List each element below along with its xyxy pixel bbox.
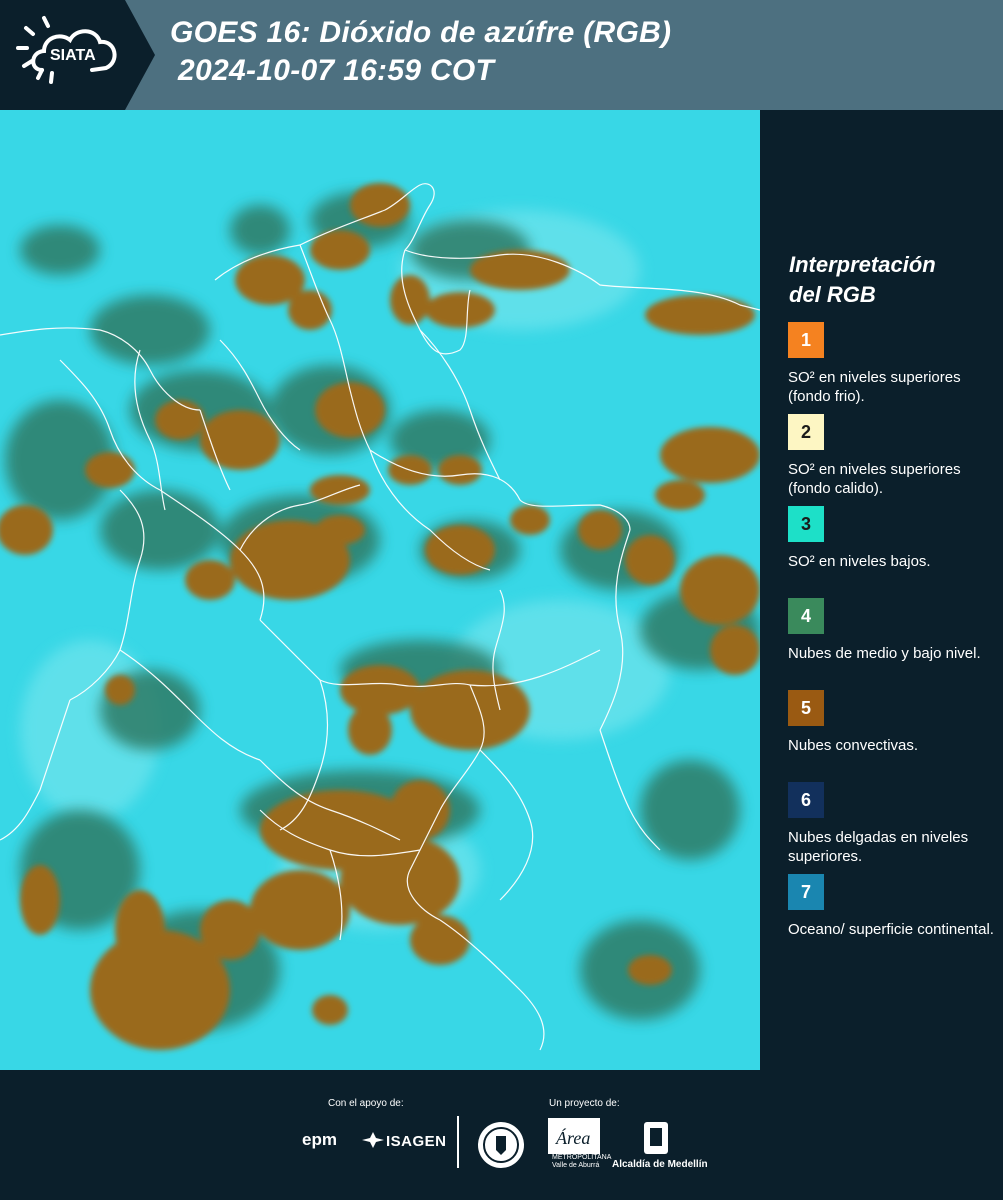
legend-label: SO² en niveles superiores (fondo calido)… [788, 461, 961, 497]
legend-item-2: 2 SO² en niveles superiores (fondo calido… [788, 414, 998, 498]
legend-label: Oceano/ superficie continental. [788, 921, 994, 938]
legend-item-7: 7 Oceano/ superficie continental. [788, 874, 998, 939]
footer-divider [457, 1116, 459, 1168]
legend-label: Nubes delgadas en niveles superiores. [788, 829, 969, 865]
legend-swatch: 2 [788, 414, 824, 450]
legend-swatch: 1 [788, 322, 824, 358]
legend-item-4: 4 Nubes de medio y bajo nivel. [788, 598, 998, 663]
legend-swatch: 6 [788, 782, 824, 818]
page-title: GOES 16: Dióxido de azúfre (RGB) [170, 16, 672, 49]
svg-text:SIATA: SIATA [50, 47, 96, 64]
satellite-map[interactable] [0, 110, 760, 1070]
legend-item-3: 3 SO² en niveles bajos. [788, 506, 998, 571]
epm-logo: epm [302, 1130, 337, 1149]
area-caption: METROPOLITANA Valle de Aburrá [552, 1154, 611, 1170]
area-caption-line1: METROPOLITANA [552, 1154, 612, 1161]
legend-label: Nubes convectivas. [788, 737, 919, 754]
legend-label: Nubes de medio y bajo nivel. [788, 645, 981, 662]
legend-title-line2: del RGB [789, 282, 876, 307]
legend-swatch: 7 [788, 874, 824, 910]
legend-label: SO² en niveles bajos. [788, 553, 931, 570]
legend-item-6: 6 Nubes delgadas en niveles superiores. [788, 782, 998, 866]
footer-bar: Con el apoyo de: epm ISAGEN Un proyecto … [0, 1070, 1003, 1200]
support-label: Con el apoyo de: [328, 1098, 404, 1109]
timestamp: 2024-10-07 16:59 COT [178, 54, 495, 87]
legend-swatch: 5 [788, 690, 824, 726]
isagen-logo: ISAGEN [362, 1132, 447, 1150]
svg-text:Área: Área [555, 1127, 590, 1148]
siata-logo: SIATA [0, 0, 160, 110]
legend-swatch: 4 [788, 598, 824, 634]
legend-title: Interpretación del RGB [789, 250, 989, 310]
area-caption-line2: Valle de Aburrá [552, 1162, 600, 1169]
isagen-label: ISAGEN [386, 1133, 447, 1150]
legend-item-5: 5 Nubes convectivas. [788, 690, 998, 755]
header-bar: SIATA GOES 16: Dióxido de azúfre (RGB) 2… [0, 0, 1003, 110]
legend-panel: Interpretación del RGB 1 SO² en niveles s… [760, 110, 1003, 1070]
metro-seal-icon [476, 1120, 526, 1175]
project-label: Un proyecto de: [549, 1098, 620, 1109]
alcaldia-crest-icon [642, 1120, 670, 1161]
legend-title-line1: Interpretación [789, 252, 936, 277]
area-metropolitana-logo: Área [548, 1118, 600, 1159]
legend-item-1: 1 SO² en niveles superiores (fondo frio). [788, 322, 998, 406]
alcaldia-label: Alcaldía de Medellín [612, 1159, 708, 1170]
legend-swatch: 3 [788, 506, 824, 542]
legend-label: SO² en niveles superiores (fondo frio). [788, 369, 961, 405]
